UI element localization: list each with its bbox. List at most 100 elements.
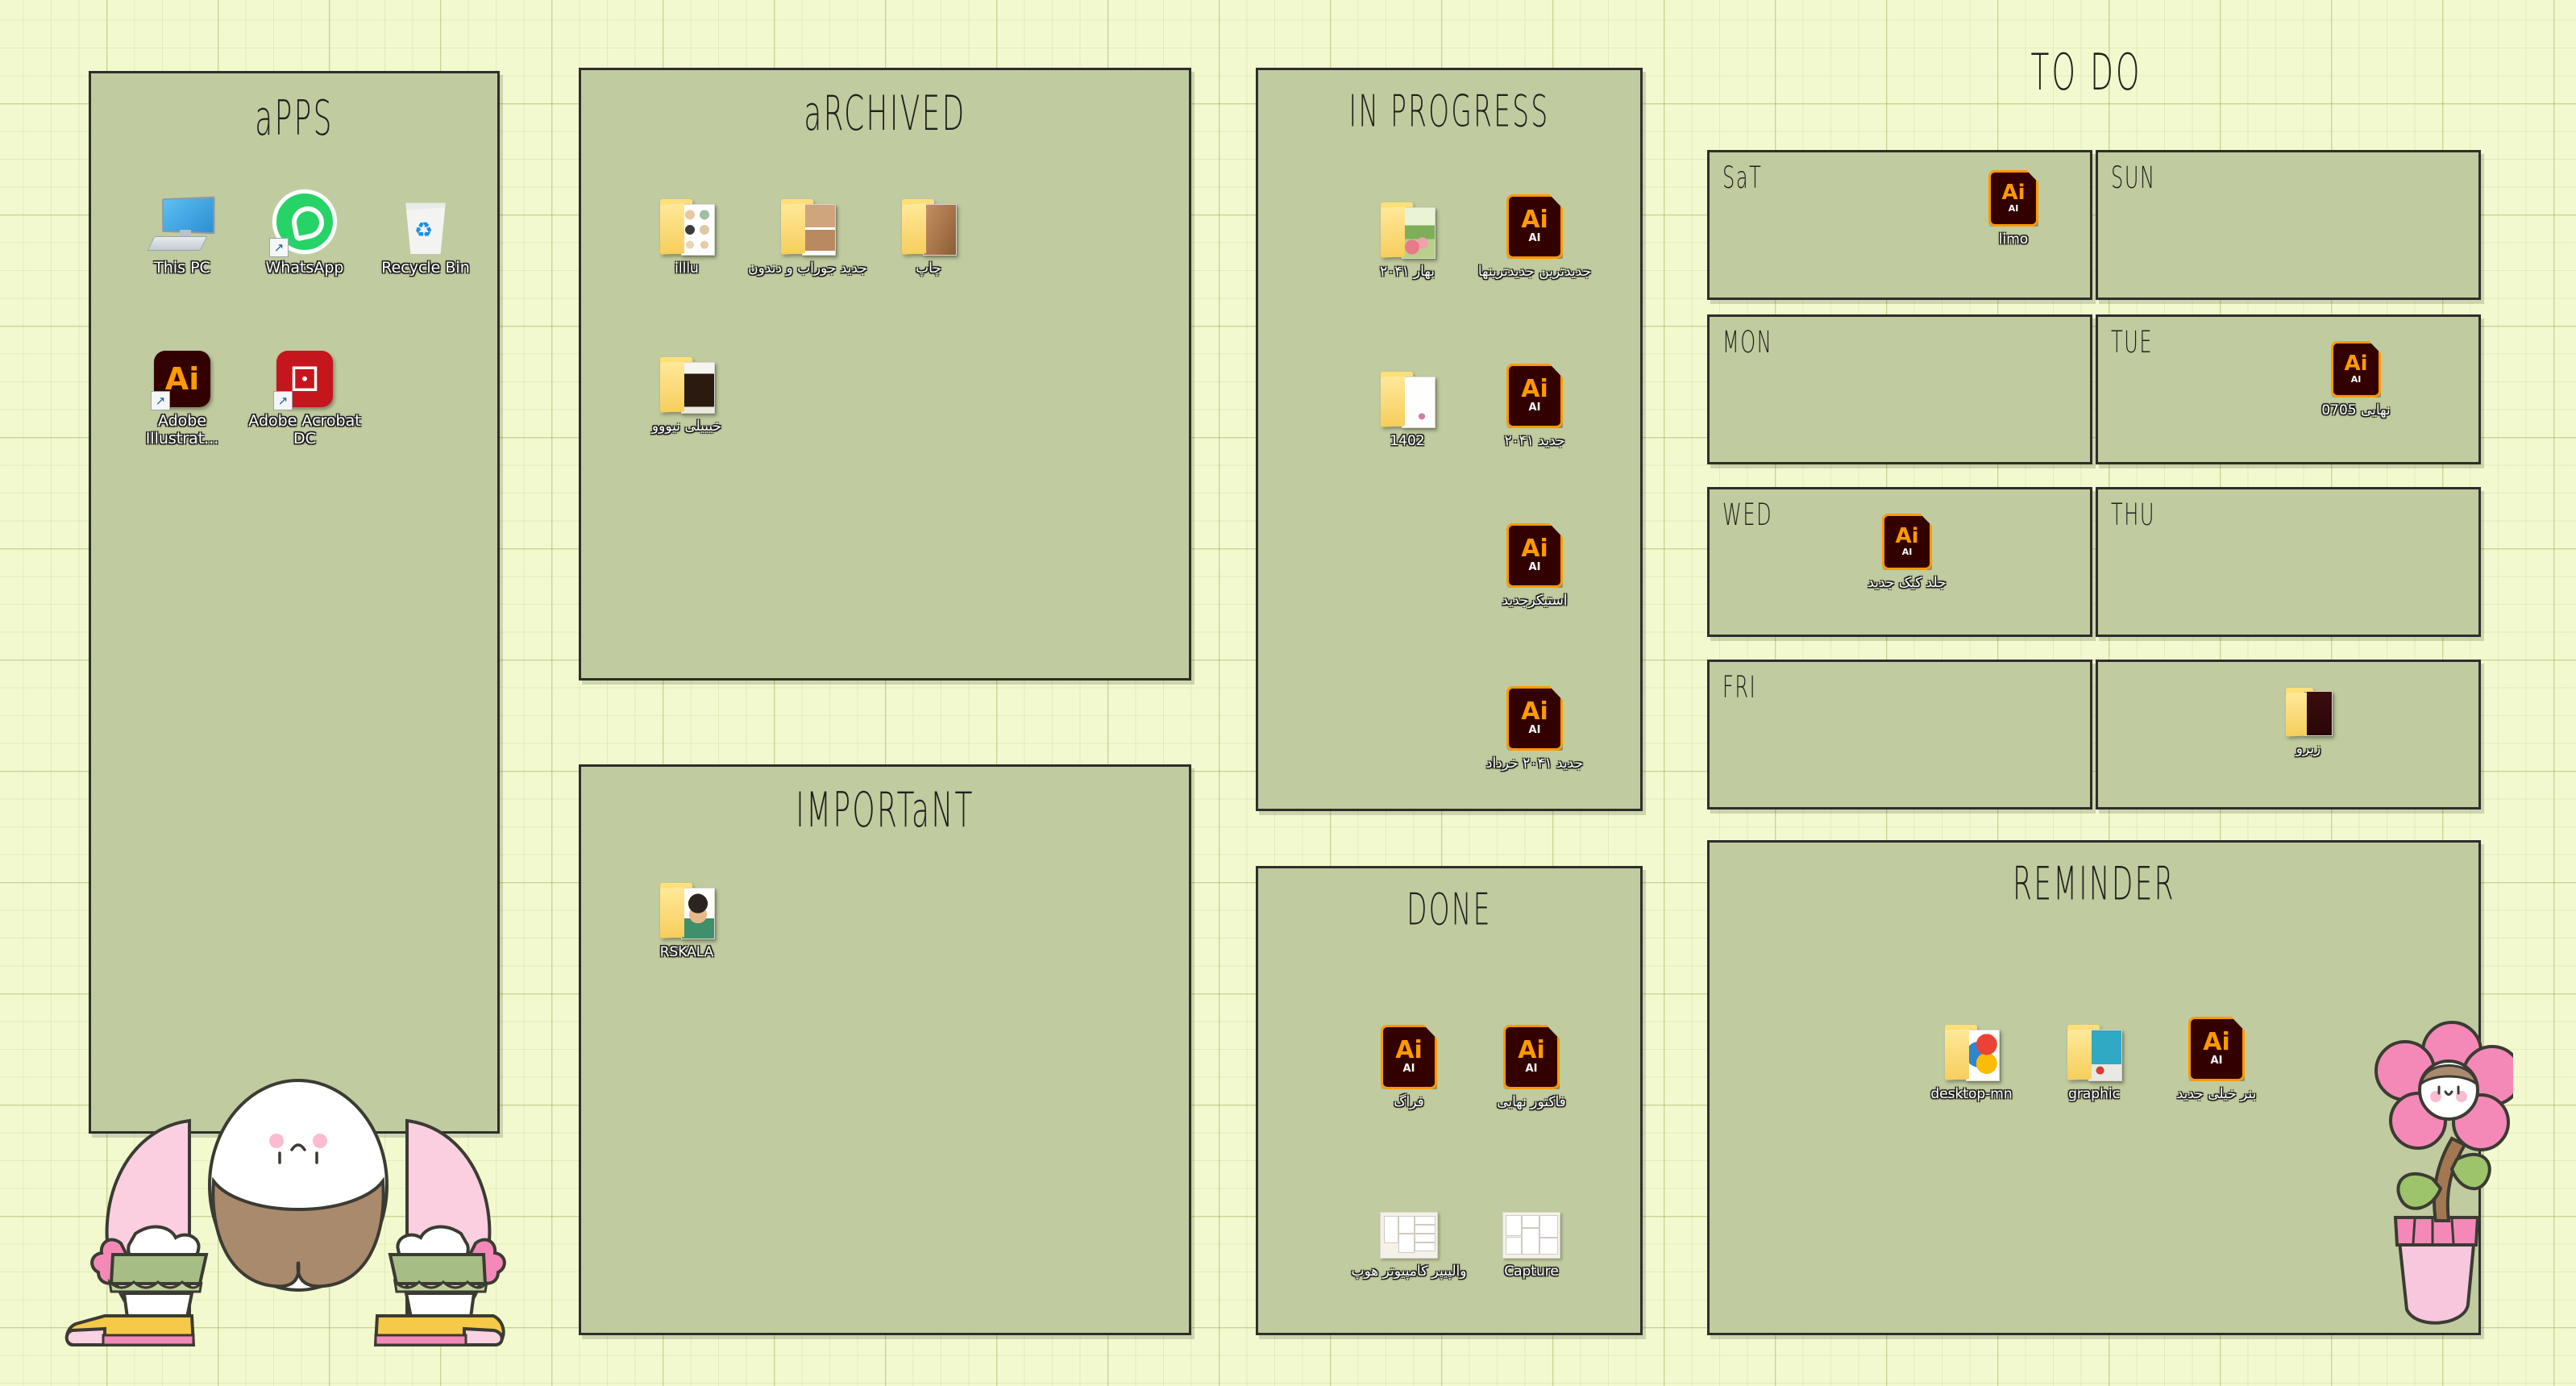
todo-cell-sat[interactable]: SaT Ai AI limo [1707,150,2092,300]
desktop-icon-label: جدید جوراب و دندون [748,260,867,277]
desktop-icon-this-pc[interactable]: This PC [122,177,243,277]
ai-file-icon: Ai AI [1961,162,2066,227]
ai-file-icon: Ai AI [2156,1004,2277,1081]
desktop-icon-ai-jadid-1402[interactable]: Ai AI جدید ۱۴۰۲ [1474,351,1595,450]
ai-file-icon: Ai AI [1839,506,1976,570]
panel-archived[interactable]: aRCHIVED illlu جدید جوراب و دندون چاپ خی… [579,68,1191,681]
ai-file-icon: Ai AI [1474,181,1595,259]
desktop-icon-label: نهایی 5070 [2321,402,2391,418]
desktop-icon-label: چاپ [916,260,941,277]
ai-file-icon: Ai AI [1474,510,1595,588]
desktop-icon-label: Adobe Acrobat DC [248,412,361,447]
desktop-icon-capture[interactable]: Capture [1471,1181,1592,1280]
todo-cell-tue[interactable]: TUE Ai AI نهایی 5070 [2096,314,2481,464]
desktop-icon-label: This PC [154,259,210,277]
desktop-icon-ai-jadidtarin[interactable]: Ai AI جدیدترین جدیدترینها [1474,181,1595,281]
panel-in-progress[interactable]: IN PROGRESS بهار ۱۴۰۲ Ai AI جدیدترین جدید… [1256,68,1643,811]
desktop-icon-label: limo [1998,231,2029,248]
panel-important-title: IMPORTaNT [796,780,974,839]
panel-apps[interactable]: aPPS This PC ↗ WhatsApp ♻ Recycle Bin Ai… [89,71,500,1134]
todo-day-label: WED [1722,497,1773,533]
desktop-icon-folder-rskala[interactable]: RSKALA [626,862,747,961]
cartoon-flower [2374,1021,2513,1325]
desktop-icon-folder-kheili-new[interactable]: خیییلی نیووو [626,336,747,435]
shortcut-arrow-icon: ↗ [151,391,170,410]
desktop-icon-folder-illlu[interactable]: illlu [626,178,747,277]
desktop-icon-folder-jadid-jurab[interactable]: جدید جوراب و دندون [747,178,868,277]
desktop-icon-label: 1402 [1390,433,1425,449]
desktop-icon-folder-desktop-mn[interactable]: desktop-mn [1911,1004,2032,1103]
recycle-bin-icon: ♻ [365,177,486,254]
desktop-icon-label: جدیدترین جدیدترینها [1477,264,1592,280]
desktop-icon-label: Capture [1504,1263,1559,1280]
desktop-icon-ai-jeld-cake[interactable]: Ai AI جلد کیک جدید [1839,506,1976,592]
desktop-icon-wallpaper-hoop[interactable]: والپیپر کامپیوتر هوپ [1348,1181,1469,1280]
desktop-icon-label: زیرو [2296,741,2321,757]
folder-icon [868,178,989,256]
todo-cell-mon[interactable]: MON [1707,314,2092,464]
image-thumb-icon [1348,1181,1469,1259]
desktop-icon-folder-graphic[interactable]: graphic [2034,1004,2154,1103]
todo-cell-sun[interactable]: SUN [2096,150,2481,300]
desktop-icon-label: استیکرجدید [1502,593,1568,609]
desktop-icon-ai-faktor-nahayi[interactable]: Ai AI فاکتور نهایی [1471,1012,1592,1111]
folder-icon [626,336,747,414]
panel-reminder-title: REMINDER [2013,857,2175,911]
desktop-icon-label: illlu [675,260,699,277]
todo-section-title: TO DO [2030,43,2142,102]
desktop-icon-adobe-illustrator[interactable]: Ai ↗ Adobe Illustrat... [122,330,243,448]
todo-day-label: MON [1722,325,1773,360]
desktop-icon-label: فاکتور نهایی [1497,1094,1566,1110]
panel-important[interactable]: IMPORTaNT RSKALA [579,764,1191,1335]
desktop-icon-label: جدید ۱۴۰۲ [1504,433,1565,449]
desktop-icon-label: Recycle Bin [381,259,470,277]
folder-icon [1347,351,1468,428]
ai-file-icon: Ai AI [1474,673,1595,751]
adobe-acrobat-icon: ⚀ ↗ [244,330,365,410]
folder-ai-icon [2256,673,2361,737]
panel-archived-title: aRCHIVED [804,84,966,142]
desktop-icon-ai-sticker-jadid[interactable]: Ai AI استیکرجدید [1474,510,1595,610]
panel-done[interactable]: DONE Ai AI فراگ Ai AI فاکتور نهایی والپیپر… [1256,866,1643,1335]
todo-day-label: SUN [2111,160,2156,196]
desktop-icon-label: جدید ۱۴۰۲ خرداد [1485,755,1584,772]
todo-day-label: THU [2111,497,2156,533]
panel-apps-title: aPPS [255,89,334,147]
todo-cell-extra[interactable]: زیرو [2096,660,2481,810]
folder-icon [2034,1004,2154,1081]
desktop-icon-whatsapp[interactable]: ↗ WhatsApp [244,177,365,277]
desktop-icon-folder-zero[interactable]: زیرو [2256,673,2361,758]
todo-cell-fri[interactable]: FRI [1707,660,2092,810]
ai-file-icon: Ai AI [2291,333,2420,397]
desktop-icon-ai-jadid-khordad[interactable]: Ai AI جدید ۱۴۰۲ خرداد [1474,673,1595,772]
panel-in-progress-title: IN PROGRESS [1348,85,1550,137]
image-thumb-icon [1471,1181,1592,1259]
desktop-icon-folder-chap[interactable]: چاپ [868,178,989,277]
desktop-icon-ai-limo[interactable]: Ai AI limo [1961,162,2066,248]
todo-cell-thu[interactable]: THU [2096,487,2481,637]
desktop-icon-label: فراگ [1394,1094,1424,1110]
folder-icon [747,178,868,256]
desktop-icon-folder-bahar-1402[interactable]: بهار ۱۴۰۲ [1347,181,1468,281]
desktop-icon-label: WhatsApp [265,259,344,277]
adobe-illustrator-icon: Ai ↗ [122,330,243,410]
desktop-icon-label: desktop-mn [1930,1086,2013,1102]
desktop-icon-label: والپیپر کامپیوتر هوپ [1351,1263,1467,1280]
desktop-icon-label: بنر خیلی جدید [2176,1086,2257,1102]
panel-reminder[interactable]: REMINDER desktop-mn graphic Ai AI بنر خیل… [1707,840,2481,1335]
desktop-icon-ai-nahayi-5070[interactable]: Ai AI نهایی 5070 [2291,333,2420,419]
desktop-icon-label: graphic [2068,1086,2120,1102]
this-pc-icon [122,177,243,254]
todo-day-label: TUE [2111,325,2154,360]
desktop-icon-recycle-bin[interactable]: ♻ Recycle Bin [365,177,486,277]
folder-icon [1347,181,1468,259]
desktop-icon-folder-1402[interactable]: 1402 [1347,351,1468,450]
todo-cell-wed[interactable]: WED Ai AI جلد کیک جدید [1707,487,2092,637]
ai-file-icon: Ai AI [1474,351,1595,428]
desktop-icon-adobe-acrobat[interactable]: ⚀ ↗ Adobe Acrobat DC [244,330,365,448]
desktop-icon-ai-farag[interactable]: Ai AI فراگ [1348,1012,1469,1111]
desktop-icon-ai-banner-new[interactable]: Ai AI بنر خیلی جدید [2156,1004,2277,1103]
panel-done-title: DONE [1406,883,1492,935]
whatsapp-icon: ↗ [244,177,365,257]
desktop-icon-label: جلد کیک جدید [1868,575,1947,591]
